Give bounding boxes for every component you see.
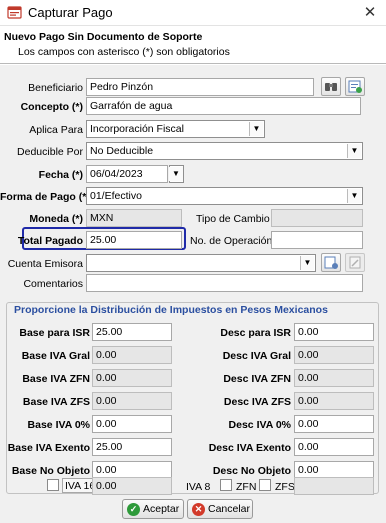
desc-iva-exento-label: Desc IVA Exento xyxy=(208,442,291,454)
zfs-field xyxy=(294,477,374,495)
base-no-objeto-label: Base No Objeto xyxy=(11,465,90,477)
base-iva-gral-label: Base IVA Gral xyxy=(21,350,90,362)
total-pagado-field[interactable]: 25.00 xyxy=(86,231,182,249)
desc-isr-field[interactable]: 0.00 xyxy=(294,323,374,341)
add-beneficiario-button[interactable] xyxy=(345,77,365,96)
binoculars-icon xyxy=(325,83,337,91)
close-icon[interactable]: ✕ xyxy=(360,3,380,21)
forma-pago-value: 01/Efectivo xyxy=(90,190,142,202)
forma-pago-label: Forma de Pago (*) xyxy=(0,191,90,203)
zfn-label: ZFN xyxy=(236,481,257,493)
desc-no-objeto-label: Desc No Objeto xyxy=(212,465,291,477)
check-icon: ✓ xyxy=(127,503,140,516)
desc-iva-zfn-field: 0.00 xyxy=(294,369,374,387)
edit-account-icon xyxy=(349,256,361,269)
chevron-down-icon: ▼ xyxy=(347,189,361,203)
aplica-para-select[interactable]: Incorporación Fiscal ▼ xyxy=(86,120,265,138)
accept-button[interactable]: ✓ Aceptar xyxy=(122,499,184,519)
new-account-icon xyxy=(324,256,338,269)
cancel-label: Cancelar xyxy=(208,503,251,515)
app-icon xyxy=(7,6,22,19)
desc-iva-0-label: Desc IVA 0% xyxy=(228,419,291,431)
base-iva-0-field[interactable]: 0.00 xyxy=(92,415,172,433)
base-iva-exento-label: Base IVA Exento xyxy=(7,442,90,454)
desc-isr-label: Desc para ISR xyxy=(220,327,291,339)
title-bar: Capturar Pago ✕ xyxy=(0,0,386,26)
zfs-checkbox[interactable] xyxy=(259,479,271,491)
aplica-para-label: Aplica Para xyxy=(29,124,83,136)
accept-label: Aceptar xyxy=(143,503,180,515)
beneficiario-field[interactable]: Pedro Pinzón xyxy=(86,78,314,96)
comentarios-label: Comentarios xyxy=(23,278,83,290)
edit-account-button[interactable] xyxy=(345,253,365,272)
no-operacion-label: No. de Operación xyxy=(190,235,273,247)
chevron-down-icon: ▼ xyxy=(347,144,361,158)
iva8-label: IVA 8 xyxy=(186,481,211,493)
header-subtitle: Los campos con asterisco (*) son obligat… xyxy=(18,46,230,58)
base-iva-zfn-label: Base IVA ZFN xyxy=(22,373,90,385)
fecha-field[interactable]: 06/04/2023 xyxy=(86,165,168,183)
beneficiario-label: Beneficiario xyxy=(28,82,83,94)
deducible-por-select[interactable]: No Deducible ▼ xyxy=(86,142,363,160)
concepto-label: Concepto (*) xyxy=(20,101,83,113)
fecha-picker-button[interactable]: ▼ xyxy=(169,165,184,183)
chevron-down-icon: ▼ xyxy=(169,167,183,181)
desc-iva-gral-label: Desc IVA Gral xyxy=(222,350,291,362)
cancel-button[interactable]: ✕ Cancelar xyxy=(187,499,253,519)
cancel-icon: ✕ xyxy=(192,503,205,516)
iva16-field: 0.00 xyxy=(92,477,172,495)
fecha-label: Fecha (*) xyxy=(38,169,83,181)
tipo-cambio-field xyxy=(271,209,363,227)
base-iva-zfs-label: Base IVA ZFS xyxy=(22,396,90,408)
base-iva-zfs-field: 0.00 xyxy=(92,392,172,410)
comentarios-field[interactable] xyxy=(86,274,363,292)
dialog-header: Nuevo Pago Sin Documento de Soporte Los … xyxy=(0,26,386,64)
forma-pago-select[interactable]: 01/Efectivo ▼ xyxy=(86,187,363,205)
zfn-checkbox[interactable] xyxy=(220,479,232,491)
chevron-down-icon: ▼ xyxy=(249,122,263,136)
add-contact-icon xyxy=(348,80,362,93)
tipo-cambio-label: Tipo de Cambio xyxy=(196,213,270,225)
search-beneficiario-button[interactable] xyxy=(321,77,341,96)
base-isr-label: Base para ISR xyxy=(19,327,90,339)
cuenta-emisora-select[interactable]: ▼ xyxy=(86,254,316,272)
moneda-label: Moneda (*) xyxy=(29,213,83,225)
concepto-field[interactable]: Garrafón de agua xyxy=(86,97,361,115)
desc-iva-zfs-label: Desc IVA ZFS xyxy=(223,396,291,408)
base-iva-gral-field: 0.00 xyxy=(92,346,172,364)
taxes-group-title: Proporcione la Distribución de Impuestos… xyxy=(12,304,330,316)
desc-iva-0-field[interactable]: 0.00 xyxy=(294,415,374,433)
chevron-down-icon: ▼ xyxy=(300,256,314,270)
aplica-para-value: Incorporación Fiscal xyxy=(90,123,184,135)
base-iva-zfn-field: 0.00 xyxy=(92,369,172,387)
deducible-por-label: Deducible Por xyxy=(17,146,83,158)
base-iva-exento-field[interactable]: 25.00 xyxy=(92,438,172,456)
header-title: Nuevo Pago Sin Documento de Soporte xyxy=(4,31,203,43)
desc-iva-zfn-label: Desc IVA ZFN xyxy=(223,373,291,385)
base-isr-field[interactable]: 25.00 xyxy=(92,323,172,341)
moneda-field: MXN xyxy=(86,209,182,227)
cuenta-emisora-label: Cuenta Emisora xyxy=(7,258,83,270)
desc-iva-gral-field: 0.00 xyxy=(294,346,374,364)
zfs-label: ZFS xyxy=(275,481,295,493)
new-account-button[interactable] xyxy=(321,253,341,272)
iva16-checkbox[interactable] xyxy=(47,479,59,491)
total-pagado-label: Total Pagado xyxy=(17,235,83,247)
desc-iva-zfs-field: 0.00 xyxy=(294,392,374,410)
desc-iva-exento-field[interactable]: 0.00 xyxy=(294,438,374,456)
no-operacion-field[interactable] xyxy=(271,231,363,249)
window-title: Capturar Pago xyxy=(28,5,113,20)
deducible-por-value: No Deducible xyxy=(90,145,154,157)
base-iva-0-label: Base IVA 0% xyxy=(27,419,90,431)
